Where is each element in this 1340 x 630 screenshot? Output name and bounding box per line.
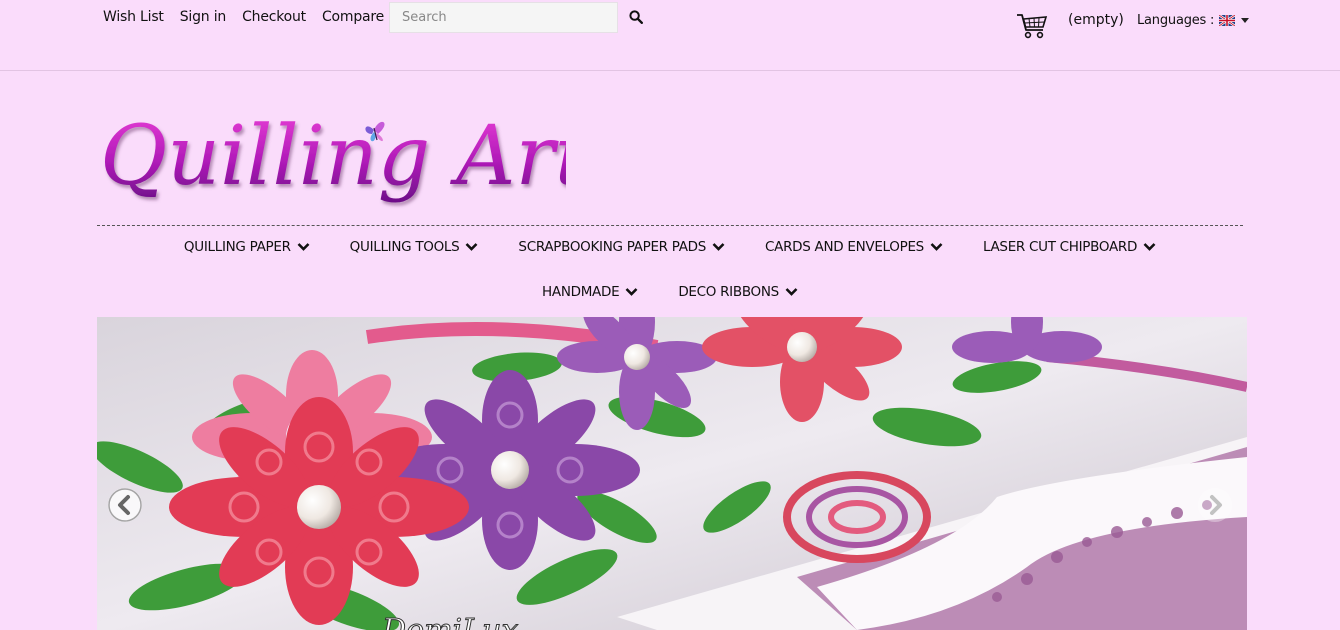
chevron-down-icon bbox=[785, 288, 798, 296]
search-input[interactable] bbox=[389, 2, 618, 33]
main-nav-row-2: HANDMADE DECO RIBBONS bbox=[97, 284, 1243, 300]
language-selector[interactable]: Languages : bbox=[1137, 13, 1250, 28]
header-divider bbox=[97, 225, 1243, 226]
slide-image: DomiLux bbox=[97, 317, 1247, 630]
chevron-down-icon bbox=[297, 243, 310, 251]
search-button[interactable] bbox=[628, 10, 644, 26]
nav-cards-and-envelopes[interactable]: CARDS AND ENVELOPES bbox=[745, 239, 963, 255]
languages-label: Languages : bbox=[1137, 13, 1215, 28]
slide-watermark: DomiLux bbox=[381, 613, 518, 630]
slider-next-button[interactable] bbox=[1198, 488, 1232, 522]
chevron-left-icon bbox=[108, 488, 142, 522]
chevron-down-icon bbox=[1143, 243, 1156, 251]
nav-handmade[interactable]: HANDMADE bbox=[522, 284, 658, 300]
checkout-link[interactable]: Checkout bbox=[242, 8, 306, 26]
hero-slider[interactable]: DomiLux bbox=[97, 317, 1247, 630]
site-logo[interactable]: Quilling Art bbox=[96, 96, 589, 214]
uk-flag-icon bbox=[1219, 15, 1236, 26]
chevron-down-icon bbox=[1241, 18, 1250, 23]
cart-icon[interactable] bbox=[1015, 11, 1049, 39]
chevron-right-icon bbox=[1210, 495, 1222, 515]
chevron-down-icon bbox=[625, 288, 638, 296]
top-bar: Wish List Sign in Checkout Compare (empt… bbox=[0, 0, 1340, 71]
nav-quilling-tools[interactable]: QUILLING TOOLS bbox=[330, 239, 499, 255]
chevron-down-icon bbox=[712, 243, 725, 251]
compare-link[interactable]: Compare bbox=[322, 8, 384, 26]
main-nav-row-1: QUILLING PAPER QUILLING TOOLS SCRAPBOOKI… bbox=[97, 239, 1243, 255]
nav-quilling-paper[interactable]: QUILLING PAPER bbox=[164, 239, 330, 255]
nav-deco-ribbons[interactable]: DECO RIBBONS bbox=[658, 284, 818, 300]
top-links: Wish List Sign in Checkout Compare bbox=[103, 8, 400, 26]
search-icon bbox=[629, 10, 644, 25]
wishlist-link[interactable]: Wish List bbox=[103, 8, 164, 26]
slider-prev-button[interactable] bbox=[108, 488, 142, 522]
nav-scrapbooking-paper-pads[interactable]: SCRAPBOOKING PAPER PADS bbox=[498, 239, 745, 255]
sign-in-link[interactable]: Sign in bbox=[180, 8, 227, 26]
chevron-down-icon bbox=[930, 243, 943, 251]
logo-text: Quilling Art bbox=[100, 109, 566, 204]
chevron-down-icon bbox=[466, 243, 478, 251]
nav-laser-cut-chipboard[interactable]: LASER CUT CHIPBOARD bbox=[963, 239, 1176, 255]
cart-status[interactable]: (empty) bbox=[1068, 12, 1124, 28]
